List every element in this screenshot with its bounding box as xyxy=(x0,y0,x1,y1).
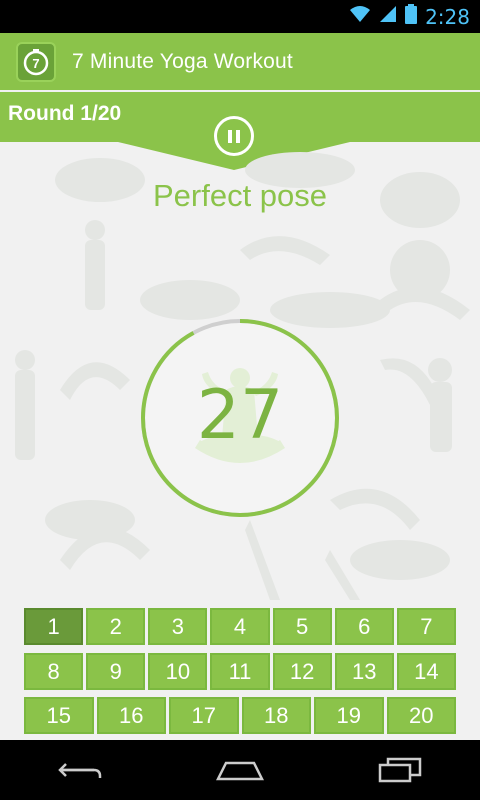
home-icon[interactable] xyxy=(210,750,270,790)
svg-text:7: 7 xyxy=(32,56,39,71)
status-time: 2:28 xyxy=(425,4,470,29)
round-cell-19[interactable]: 19 xyxy=(314,697,384,734)
round-cell-20[interactable]: 20 xyxy=(386,697,456,734)
round-label: Round 1/20 xyxy=(8,102,122,125)
navigation-bar xyxy=(0,740,480,800)
round-cell-11[interactable]: 11 xyxy=(210,653,270,690)
round-cell-4[interactable]: 4 xyxy=(210,608,270,645)
round-cell-8[interactable]: 8 xyxy=(24,653,84,690)
action-bar: 7 7 Minute Yoga Workout xyxy=(0,33,480,90)
round-cell-18[interactable]: 18 xyxy=(241,697,311,734)
round-cell-12[interactable]: 12 xyxy=(272,653,332,690)
round-cell-16[interactable]: 16 xyxy=(96,697,166,734)
app-title: 7 Minute Yoga Workout xyxy=(72,49,293,73)
round-cell-15[interactable]: 15 xyxy=(24,697,94,734)
round-cell-10[interactable]: 10 xyxy=(148,653,208,690)
battery-icon xyxy=(405,4,418,29)
round-cell-3[interactable]: 3 xyxy=(148,608,208,645)
status-bar: 2:28 xyxy=(0,0,480,33)
wifi-icon xyxy=(349,5,371,28)
round-cell-2[interactable]: 2 xyxy=(86,608,146,645)
signal-icon xyxy=(379,5,397,28)
round-cell-17[interactable]: 17 xyxy=(169,697,239,734)
round-cell-7[interactable]: 7 xyxy=(396,608,456,645)
round-cell-1[interactable]: 1 xyxy=(24,608,84,645)
timer-seconds: 27 xyxy=(196,376,284,455)
round-cell-9[interactable]: 9 xyxy=(86,653,146,690)
recents-icon[interactable] xyxy=(370,750,430,790)
round-cell-6[interactable]: 6 xyxy=(334,608,394,645)
rounds-row-2: 8 9 10 11 12 13 14 xyxy=(24,653,456,690)
rounds-row-1: 1234567 xyxy=(24,608,456,645)
round-cell-5[interactable]: 5 xyxy=(272,608,332,645)
back-icon[interactable] xyxy=(50,750,110,790)
pose-name: Perfect pose xyxy=(152,178,328,213)
rounds-row-3: 15 16 17 18 19 20 xyxy=(24,697,456,734)
round-cell-13[interactable]: 13 xyxy=(334,653,394,690)
stopwatch-7-icon[interactable]: 7 xyxy=(16,41,56,82)
round-cell-14[interactable]: 14 xyxy=(396,653,456,690)
